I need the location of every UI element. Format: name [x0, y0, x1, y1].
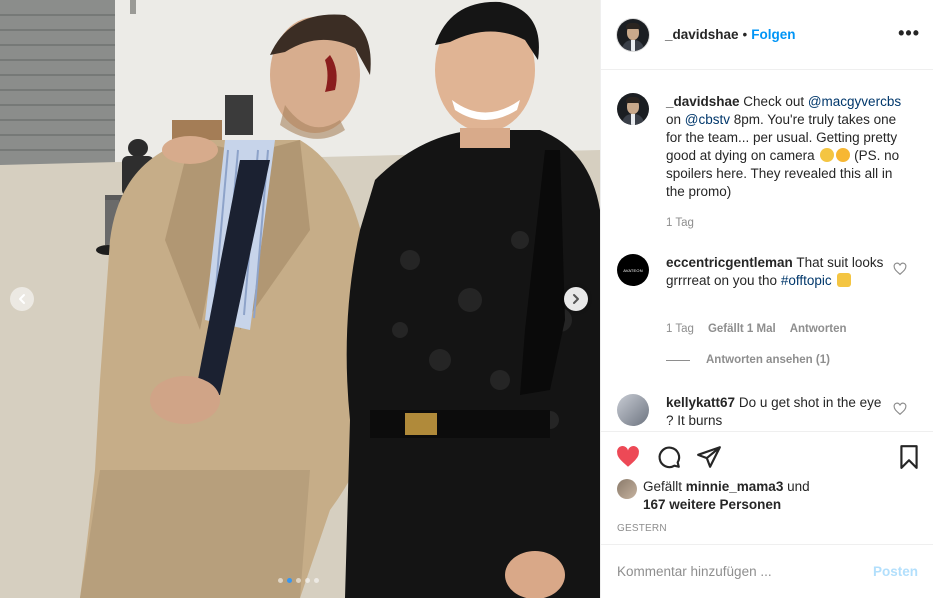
- hashtag-link[interactable]: #offtopic: [781, 273, 832, 288]
- view-replies-button[interactable]: Antworten ansehen (1): [666, 354, 830, 366]
- emoji-icon: [820, 148, 835, 162]
- comment-time[interactable]: 1 Tag: [666, 323, 694, 335]
- comment-text: kellykatt67 Do u get shot in the eye ? I…: [666, 395, 882, 428]
- comment-text: eccentricgentleman That suit looks grrrr…: [666, 255, 884, 288]
- comment-username[interactable]: kellykatt67: [666, 395, 735, 410]
- mention-link[interactable]: @cbstv: [685, 112, 730, 127]
- carousel-prev-button[interactable]: [10, 287, 34, 311]
- thumbs-up-icon: [837, 273, 852, 287]
- share-icon[interactable]: [696, 444, 722, 470]
- chevron-left-icon: [19, 294, 25, 304]
- carousel-dot: [296, 578, 301, 583]
- carousel-dot: [314, 578, 319, 583]
- commenter-avatar[interactable]: AVATEON: [617, 254, 649, 286]
- caption-text: _davidshae Check out @macgyvercbs on @cb…: [666, 94, 902, 199]
- likes-summary: Gefällt minnie_mama3 und 167 weitere Per…: [617, 478, 833, 514]
- heart-icon[interactable]: [893, 262, 907, 276]
- caption-time[interactable]: 1 Tag: [666, 217, 694, 229]
- carousel-next-button[interactable]: [564, 287, 588, 311]
- comment-username[interactable]: eccentricgentleman: [666, 255, 793, 270]
- reply-button[interactable]: Antworten: [790, 323, 847, 335]
- author-avatar[interactable]: [617, 18, 649, 51]
- carousel-indicator: [278, 578, 319, 583]
- follow-button[interactable]: Folgen: [751, 27, 795, 42]
- comment-input[interactable]: Kommentar hinzufügen ...: [617, 564, 873, 579]
- post-actions: Gefällt minnie_mama3 und 167 weitere Per…: [601, 431, 933, 543]
- carousel-dot: [305, 578, 310, 583]
- replies-divider: [666, 359, 690, 361]
- likes-text: Gefällt minnie_mama3 und 167 weitere Per…: [643, 479, 810, 512]
- caption-username[interactable]: _davidshae: [666, 94, 740, 109]
- author-username[interactable]: _davidshae: [665, 27, 739, 42]
- mention-link[interactable]: @macgyvercbs: [808, 94, 901, 109]
- instagram-post-modal: _davidshae • Folgen ••• _davidshae Check…: [0, 0, 933, 598]
- caption-avatar[interactable]: [617, 93, 649, 125]
- chevron-right-icon: [573, 294, 579, 304]
- post-comment-button[interactable]: Posten: [873, 564, 918, 579]
- post-timestamp[interactable]: GESTERN: [617, 523, 667, 534]
- heart-icon[interactable]: [893, 402, 907, 416]
- comment-meta: 1 Tag Gefällt 1 Mal Antworten: [666, 323, 847, 335]
- comment-likes[interactable]: Gefällt 1 Mal: [708, 323, 776, 335]
- comments-list[interactable]: _davidshae Check out @macgyvercbs on @cb…: [601, 71, 933, 431]
- add-comment-bar: Kommentar hinzufügen ... Posten: [601, 544, 933, 598]
- more-icon[interactable]: •••: [898, 24, 920, 42]
- carousel-dot: [278, 578, 283, 583]
- carousel-dot: [287, 578, 292, 583]
- post-photo[interactable]: [0, 0, 600, 598]
- commenter-avatar[interactable]: [617, 394, 649, 426]
- liker-avatar[interactable]: [617, 479, 637, 499]
- post-sidebar: _davidshae • Folgen ••• _davidshae Check…: [600, 0, 933, 598]
- post-header: _davidshae • Folgen •••: [601, 0, 933, 70]
- bookmark-icon[interactable]: [896, 444, 922, 470]
- heart-icon[interactable]: [615, 444, 641, 470]
- likes-others-link[interactable]: 167 weitere Personen: [643, 497, 781, 512]
- separator-dot: •: [742, 27, 748, 42]
- comment-icon[interactable]: [656, 444, 682, 470]
- liker-username[interactable]: minnie_mama3: [686, 479, 784, 494]
- photo-scene: [0, 0, 600, 598]
- caption-meta: 1 Tag: [666, 217, 694, 229]
- emoji-icon: [836, 148, 851, 162]
